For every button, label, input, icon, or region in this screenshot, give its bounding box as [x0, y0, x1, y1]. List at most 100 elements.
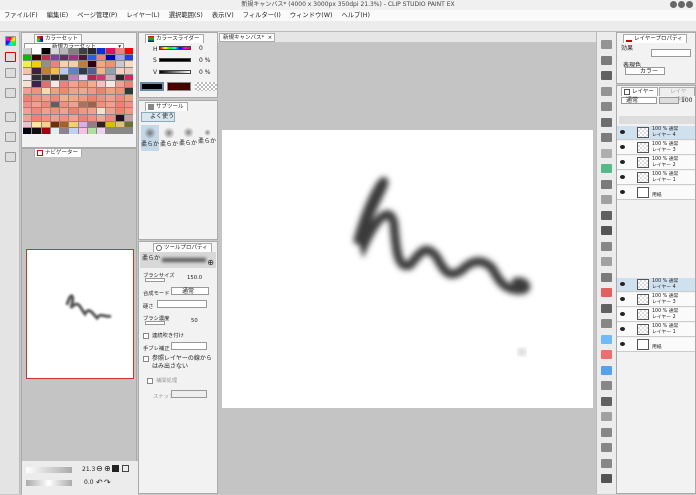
color-swatch[interactable] — [78, 74, 87, 81]
expression-color-select[interactable]: カラー — [625, 67, 665, 75]
tab-tool-property[interactable]: ツールプロパティ — [153, 243, 212, 252]
color-swatch[interactable] — [97, 61, 106, 68]
ruler-tool-icon[interactable] — [601, 257, 612, 266]
menu-file[interactable]: ファイル(F) — [4, 12, 38, 19]
color-swatch[interactable] — [124, 101, 133, 108]
color-swatch[interactable] — [78, 81, 87, 88]
menu-layer[interactable]: レイヤー(L) — [126, 12, 159, 19]
rotate-right-icon[interactable]: ↷ — [104, 478, 111, 487]
color-swatch[interactable] — [97, 114, 106, 121]
canvas[interactable] — [222, 130, 593, 408]
color-swatch[interactable] — [50, 48, 59, 54]
opacity-value[interactable]: 100 — [681, 97, 692, 104]
eye-icon[interactable] — [620, 130, 625, 134]
tab-sub-tool[interactable]: サブツール — [145, 102, 188, 111]
color-swatch[interactable] — [124, 61, 133, 68]
color-red-tool-icon[interactable] — [601, 288, 612, 297]
color-swatch[interactable] — [69, 114, 78, 121]
ruler-b-tool-icon[interactable] — [601, 350, 612, 359]
color-swatch[interactable] — [106, 94, 115, 101]
menu-edit[interactable]: 編集(E) — [47, 12, 69, 19]
color-swatch[interactable] — [115, 68, 124, 74]
color-swatch[interactable] — [78, 114, 87, 121]
color-swatch[interactable] — [69, 121, 78, 128]
sub-color[interactable] — [167, 82, 191, 91]
menu-view[interactable]: 表示(V) — [212, 12, 234, 19]
color-swatch[interactable] — [32, 81, 41, 88]
color-swatch[interactable] — [78, 128, 87, 134]
minimize-button[interactable] — [670, 1, 677, 8]
eye-icon[interactable] — [620, 190, 625, 194]
color-swatch[interactable] — [97, 88, 106, 94]
color-swatch[interactable] — [78, 121, 87, 128]
navigator-icon[interactable] — [5, 52, 16, 62]
menu-window[interactable]: ウィンドウ(W) — [290, 12, 333, 19]
hand-tool-icon[interactable] — [601, 412, 612, 421]
color-swatch[interactable] — [69, 81, 78, 88]
airbrush-tool-icon[interactable] — [601, 133, 612, 142]
eye-icon[interactable] — [620, 342, 625, 346]
tab-color-slider[interactable]: カラースライダー — [145, 34, 204, 43]
color-swatch[interactable] — [97, 121, 106, 128]
color-swatch[interactable] — [106, 81, 115, 88]
color-swatch[interactable] — [50, 54, 59, 61]
move-tool-icon[interactable] — [601, 55, 612, 65]
color-swatch[interactable] — [32, 128, 41, 134]
color-swatch[interactable] — [60, 81, 69, 88]
menu-selection[interactable]: 選択範囲(S) — [169, 12, 203, 19]
color-swatch[interactable] — [32, 54, 41, 61]
eye-icon[interactable] — [620, 312, 625, 316]
color-swatch[interactable] — [41, 81, 50, 88]
color-swatch[interactable] — [41, 48, 50, 54]
rotation-slider[interactable] — [26, 480, 72, 486]
color-swatch[interactable] — [32, 114, 41, 121]
color-swatch[interactable] — [78, 88, 87, 94]
color-swatch[interactable] — [50, 88, 59, 94]
color-swatch[interactable] — [78, 108, 87, 114]
color-swatch[interactable] — [32, 88, 41, 94]
color-swatch[interactable] — [124, 48, 133, 54]
tab-layer-search[interactable]: レイヤー検索 — [659, 87, 695, 103]
pencil-tool-icon[interactable] — [601, 102, 612, 111]
material-folder-icon[interactable] — [5, 152, 16, 162]
brush-item[interactable]: 柔らか — [179, 125, 197, 151]
color-swatch[interactable] — [23, 81, 32, 88]
color-swatch[interactable] — [124, 74, 133, 81]
color-swatch[interactable] — [124, 94, 133, 101]
color-swatch[interactable] — [50, 81, 59, 88]
color-swatch[interactable] — [41, 61, 50, 68]
eye-icon[interactable] — [620, 297, 625, 301]
color-swatch[interactable] — [41, 108, 50, 114]
material-icon[interactable] — [5, 132, 16, 142]
color-swatch[interactable] — [32, 68, 41, 74]
refer-layer-checkbox[interactable]: 参照レイヤーの線からはみ出さない — [143, 355, 217, 371]
color-swatch[interactable] — [69, 61, 78, 68]
correct-tool-icon[interactable] — [601, 272, 612, 282]
effect-buttons[interactable] — [651, 49, 691, 57]
color-swatch[interactable] — [50, 128, 59, 134]
color-swatch[interactable] — [115, 88, 124, 94]
color-swatch[interactable] — [87, 114, 96, 121]
checkbox[interactable] — [143, 356, 149, 362]
color-swatch[interactable] — [78, 54, 87, 61]
color-swatch[interactable] — [124, 121, 133, 128]
main-color[interactable] — [140, 82, 164, 91]
layer-row[interactable]: 100 % 通常 レイヤー 4 — [617, 278, 695, 292]
color-swatch[interactable] — [69, 94, 78, 101]
layer-row[interactable]: 100 % 通常 レイヤー 4 — [617, 126, 695, 140]
saturation-slider[interactable] — [159, 58, 191, 62]
color-swatch[interactable] — [32, 61, 41, 68]
vector-snap-checkbox[interactable]: 補間処理 — [147, 376, 177, 384]
color-swatch[interactable] — [124, 81, 133, 88]
zoom-icon[interactable]: ⊕ — [207, 258, 214, 267]
eye-icon[interactable] — [620, 327, 625, 331]
tab-layer-property[interactable]: レイヤープロパティ — [623, 34, 687, 43]
color-swatch[interactable] — [115, 121, 124, 128]
color-swatch[interactable] — [87, 128, 96, 134]
color-swatch[interactable] — [32, 74, 41, 81]
color-swatch[interactable] — [69, 108, 78, 114]
color-swatch[interactable] — [50, 61, 59, 68]
color-swatch[interactable] — [41, 101, 50, 108]
rotate-tool-icon[interactable] — [601, 427, 612, 437]
ruler-c-tool-icon[interactable] — [601, 365, 612, 375]
